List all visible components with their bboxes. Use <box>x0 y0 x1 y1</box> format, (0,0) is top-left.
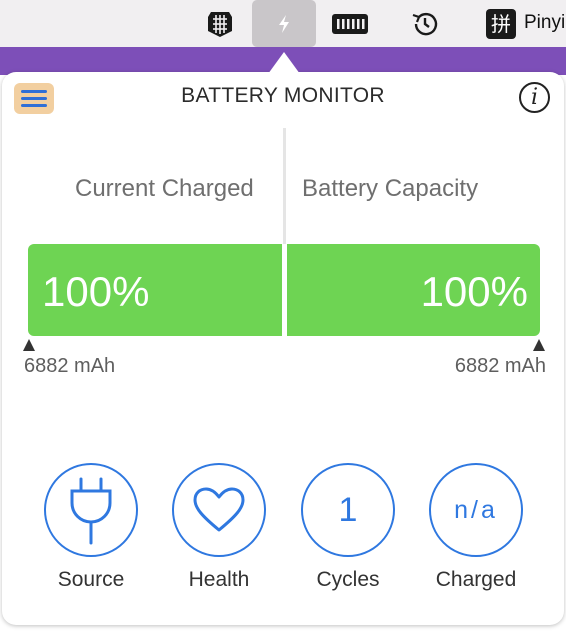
memory-chip-icon[interactable] <box>328 0 372 47</box>
history-clock-icon[interactable] <box>405 0 445 47</box>
pinyin-glyph: 拼 <box>486 8 516 39</box>
battery-capacity-bar: 100% <box>287 244 540 336</box>
charged-value: n/a <box>454 495 498 524</box>
cycles-label: Cycles <box>316 568 380 591</box>
source-button[interactable] <box>44 463 138 557</box>
battery-monitor-menu-item[interactable] <box>252 0 316 47</box>
info-icon: i <box>530 85 539 110</box>
cycles-value: 1 <box>338 490 358 529</box>
health-button[interactable] <box>172 463 266 557</box>
popover-title: BATTERY MONITOR <box>181 84 385 107</box>
heart-icon <box>193 487 245 532</box>
popover-caret <box>268 52 300 74</box>
source-label: Source <box>57 568 125 591</box>
health-label: Health <box>188 568 250 591</box>
info-button[interactable]: i <box>519 82 550 113</box>
current-marker-icon <box>23 339 35 351</box>
cycles-button[interactable]: 1 <box>301 463 395 557</box>
pinyin-input-icon[interactable]: 拼 <box>485 0 517 47</box>
column-divider <box>283 128 286 244</box>
charged-button[interactable]: n/a <box>429 463 523 557</box>
current-charged-mah: 6882 mAh <box>24 355 116 377</box>
battery-monitor-bolt-icon <box>279 14 289 33</box>
pinyin-label: Pinyin <box>524 12 566 33</box>
battery-capacity-mah: 6882 mAh <box>454 355 546 377</box>
charged-label: Charged <box>435 568 517 591</box>
shield-grid-icon[interactable] <box>200 0 240 47</box>
battery-capacity-label: Battery Capacity <box>302 175 479 202</box>
battery-capacity-percent: 100% <box>420 268 528 315</box>
current-charged-bar: 100% <box>28 244 282 336</box>
menu-bar: 拼 Pinyin <box>0 0 566 47</box>
plug-icon <box>70 477 112 545</box>
current-charged-percent: 100% <box>42 268 150 315</box>
capacity-marker-icon <box>533 339 545 351</box>
current-charged-label: Current Charged <box>75 175 254 202</box>
